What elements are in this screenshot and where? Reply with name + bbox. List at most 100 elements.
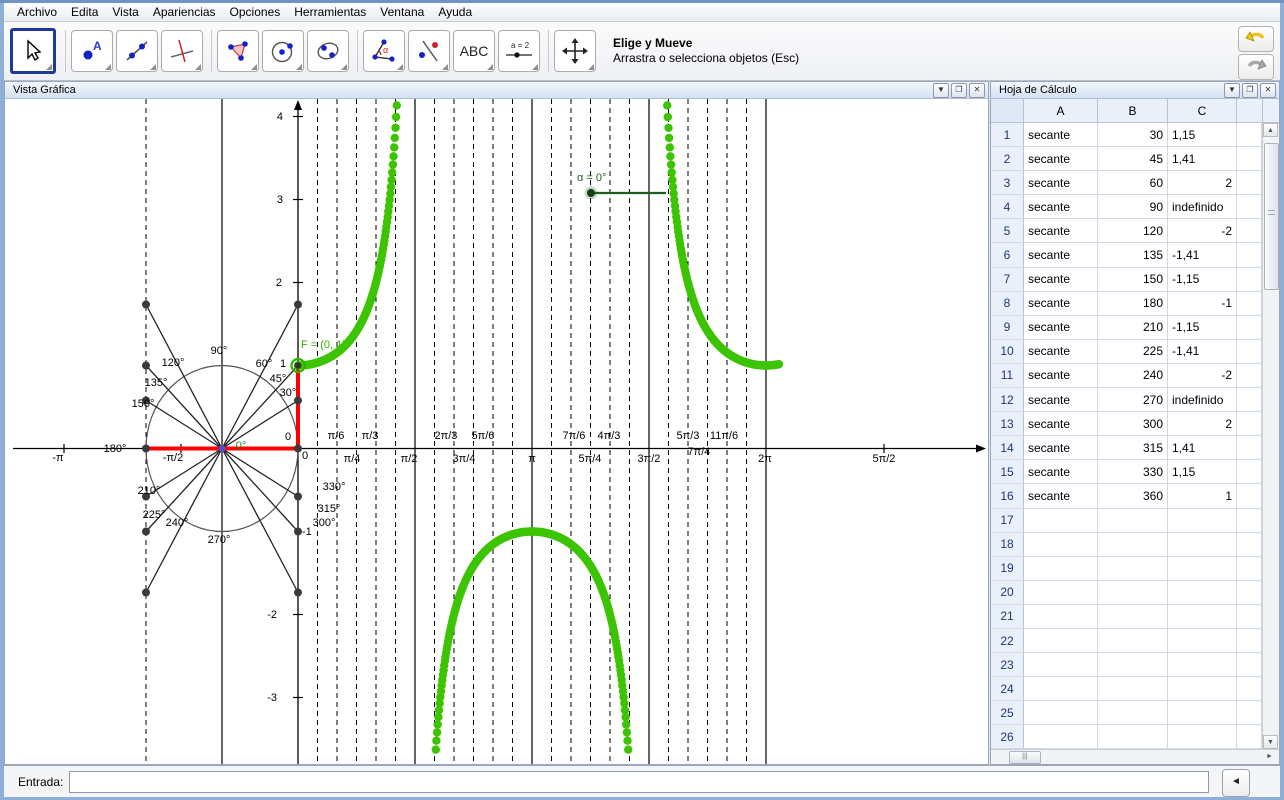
row-number-cell[interactable]: 16	[991, 484, 1024, 509]
row-number-cell[interactable]: 23	[991, 653, 1024, 678]
tool-dropdown-arrow-icon[interactable]	[487, 64, 493, 70]
cell-filler[interactable]	[1237, 291, 1262, 316]
cell-A[interactable]: secante	[1024, 195, 1098, 220]
tool-move-graphics-view[interactable]	[554, 30, 596, 72]
cell-filler[interactable]	[1237, 147, 1262, 172]
menu-item-ayuda[interactable]: Ayuda	[431, 3, 479, 21]
cell-C[interactable]	[1168, 604, 1237, 629]
tool-dropdown-arrow-icon[interactable]	[341, 64, 347, 70]
row-number-cell[interactable]: 19	[991, 556, 1024, 581]
graphics-canvas[interactable]: 90°120°135°150°180°210°225°240°270°300°3…	[5, 99, 988, 764]
tool-line[interactable]	[116, 30, 158, 72]
cell-B[interactable]	[1098, 508, 1168, 533]
cell-B[interactable]: 270	[1098, 388, 1168, 413]
column-header-A[interactable]: A	[1024, 99, 1098, 122]
cell-C[interactable]	[1168, 653, 1237, 678]
tool-conic[interactable]	[307, 30, 349, 72]
cell-C[interactable]	[1168, 725, 1237, 749]
cell-filler[interactable]	[1237, 388, 1262, 413]
cell-A[interactable]: secante	[1024, 243, 1098, 268]
cell-B[interactable]: 30	[1098, 123, 1168, 148]
tool-dropdown-arrow-icon[interactable]	[588, 64, 594, 70]
cell-A[interactable]	[1024, 508, 1098, 533]
cell-filler[interactable]	[1237, 195, 1262, 220]
cell-C[interactable]: -1,15	[1168, 267, 1237, 292]
cell-B[interactable]: 225	[1098, 339, 1168, 364]
cell-C[interactable]	[1168, 556, 1237, 581]
row-number-cell[interactable]: 12	[991, 388, 1024, 413]
row-number-cell[interactable]: 21	[991, 604, 1024, 629]
row-number-cell[interactable]: 4	[991, 195, 1024, 220]
cell-A[interactable]	[1024, 653, 1098, 678]
row-number-cell[interactable]: 5	[991, 219, 1024, 244]
row-number-cell[interactable]: 25	[991, 701, 1024, 726]
row-number-cell[interactable]: 24	[991, 677, 1024, 702]
cell-B[interactable]: 180	[1098, 291, 1168, 316]
row-number-cell[interactable]: 20	[991, 580, 1024, 605]
cell-B[interactable]: 120	[1098, 219, 1168, 244]
cell-B[interactable]: 135	[1098, 243, 1168, 268]
tool-dropdown-arrow-icon[interactable]	[251, 64, 257, 70]
horizontal-scrollbar[interactable]: ◄ ||| ►	[991, 749, 1279, 764]
cell-filler[interactable]	[1237, 412, 1262, 437]
cell-A[interactable]	[1024, 580, 1098, 605]
row-number-cell[interactable]: 3	[991, 171, 1024, 196]
cell-C[interactable]: 1,41	[1168, 147, 1237, 172]
undo-button[interactable]	[1238, 26, 1274, 52]
cell-filler[interactable]	[1237, 171, 1262, 196]
tool-text[interactable]: ABC	[453, 30, 495, 72]
input-help-toggle-button[interactable]: ◄	[1222, 769, 1250, 797]
row-number-cell[interactable]: 10	[991, 339, 1024, 364]
cell-C[interactable]: -1	[1168, 291, 1237, 316]
cell-B[interactable]	[1098, 580, 1168, 605]
spreadsheet-grid[interactable]: 1 secante 30 1,15 2 secante 45 1,41 3 secante 60 2 4…	[991, 123, 1262, 749]
cell-filler[interactable]	[1237, 628, 1262, 654]
cell-filler[interactable]	[1237, 219, 1262, 244]
menu-item-archivo[interactable]: Archivo	[10, 3, 64, 21]
cell-filler[interactable]	[1237, 532, 1262, 557]
cell-A[interactable]: secante	[1024, 363, 1098, 389]
scroll-right-icon[interactable]: ►	[1262, 750, 1277, 763]
tool-perpendicular-line[interactable]	[161, 30, 203, 72]
cell-filler[interactable]	[1237, 604, 1262, 629]
spreadsheet-close-button[interactable]: ✕	[1260, 82, 1276, 98]
cell-C[interactable]: -1,15	[1168, 315, 1237, 340]
cell-B[interactable]: 360	[1098, 484, 1168, 509]
cell-B[interactable]	[1098, 677, 1168, 702]
cell-B[interactable]	[1098, 653, 1168, 678]
cell-A[interactable]	[1024, 628, 1098, 654]
tool-slider[interactable]: a = 2	[498, 30, 540, 72]
cell-A[interactable]	[1024, 532, 1098, 557]
cell-B[interactable]	[1098, 604, 1168, 629]
menu-item-edita[interactable]: Edita	[64, 3, 105, 21]
cell-filler[interactable]	[1237, 267, 1262, 292]
cell-B[interactable]: 240	[1098, 363, 1168, 389]
cell-A[interactable]	[1024, 556, 1098, 581]
column-header-B[interactable]: B	[1098, 99, 1168, 122]
cell-C[interactable]: -1,41	[1168, 243, 1237, 268]
cell-filler[interactable]	[1237, 580, 1262, 605]
cell-B[interactable]: 300	[1098, 412, 1168, 437]
cell-filler[interactable]	[1237, 436, 1262, 461]
cell-filler[interactable]	[1237, 556, 1262, 581]
row-number-cell[interactable]: 22	[991, 628, 1024, 654]
row-number-cell[interactable]: 2	[991, 147, 1024, 172]
graphics-view-close-button[interactable]: ✕	[969, 82, 985, 98]
row-number-cell[interactable]: 6	[991, 243, 1024, 268]
cell-filler[interactable]	[1237, 484, 1262, 509]
row-number-cell[interactable]: 17	[991, 508, 1024, 533]
row-number-cell[interactable]: 13	[991, 412, 1024, 437]
cell-A[interactable]: secante	[1024, 388, 1098, 413]
cell-C[interactable]	[1168, 701, 1237, 726]
cell-filler[interactable]	[1237, 123, 1262, 148]
row-number-cell[interactable]: 1	[991, 123, 1024, 148]
cell-filler[interactable]	[1237, 460, 1262, 485]
cell-filler[interactable]	[1237, 653, 1262, 678]
tool-dropdown-arrow-icon[interactable]	[46, 64, 52, 70]
cell-A[interactable]: secante	[1024, 484, 1098, 509]
cell-C[interactable]: indefinido	[1168, 195, 1237, 220]
cell-C[interactable]	[1168, 677, 1237, 702]
tool-dropdown-arrow-icon[interactable]	[195, 64, 201, 70]
cell-C[interactable]	[1168, 628, 1237, 654]
row-number-cell[interactable]: 14	[991, 436, 1024, 461]
